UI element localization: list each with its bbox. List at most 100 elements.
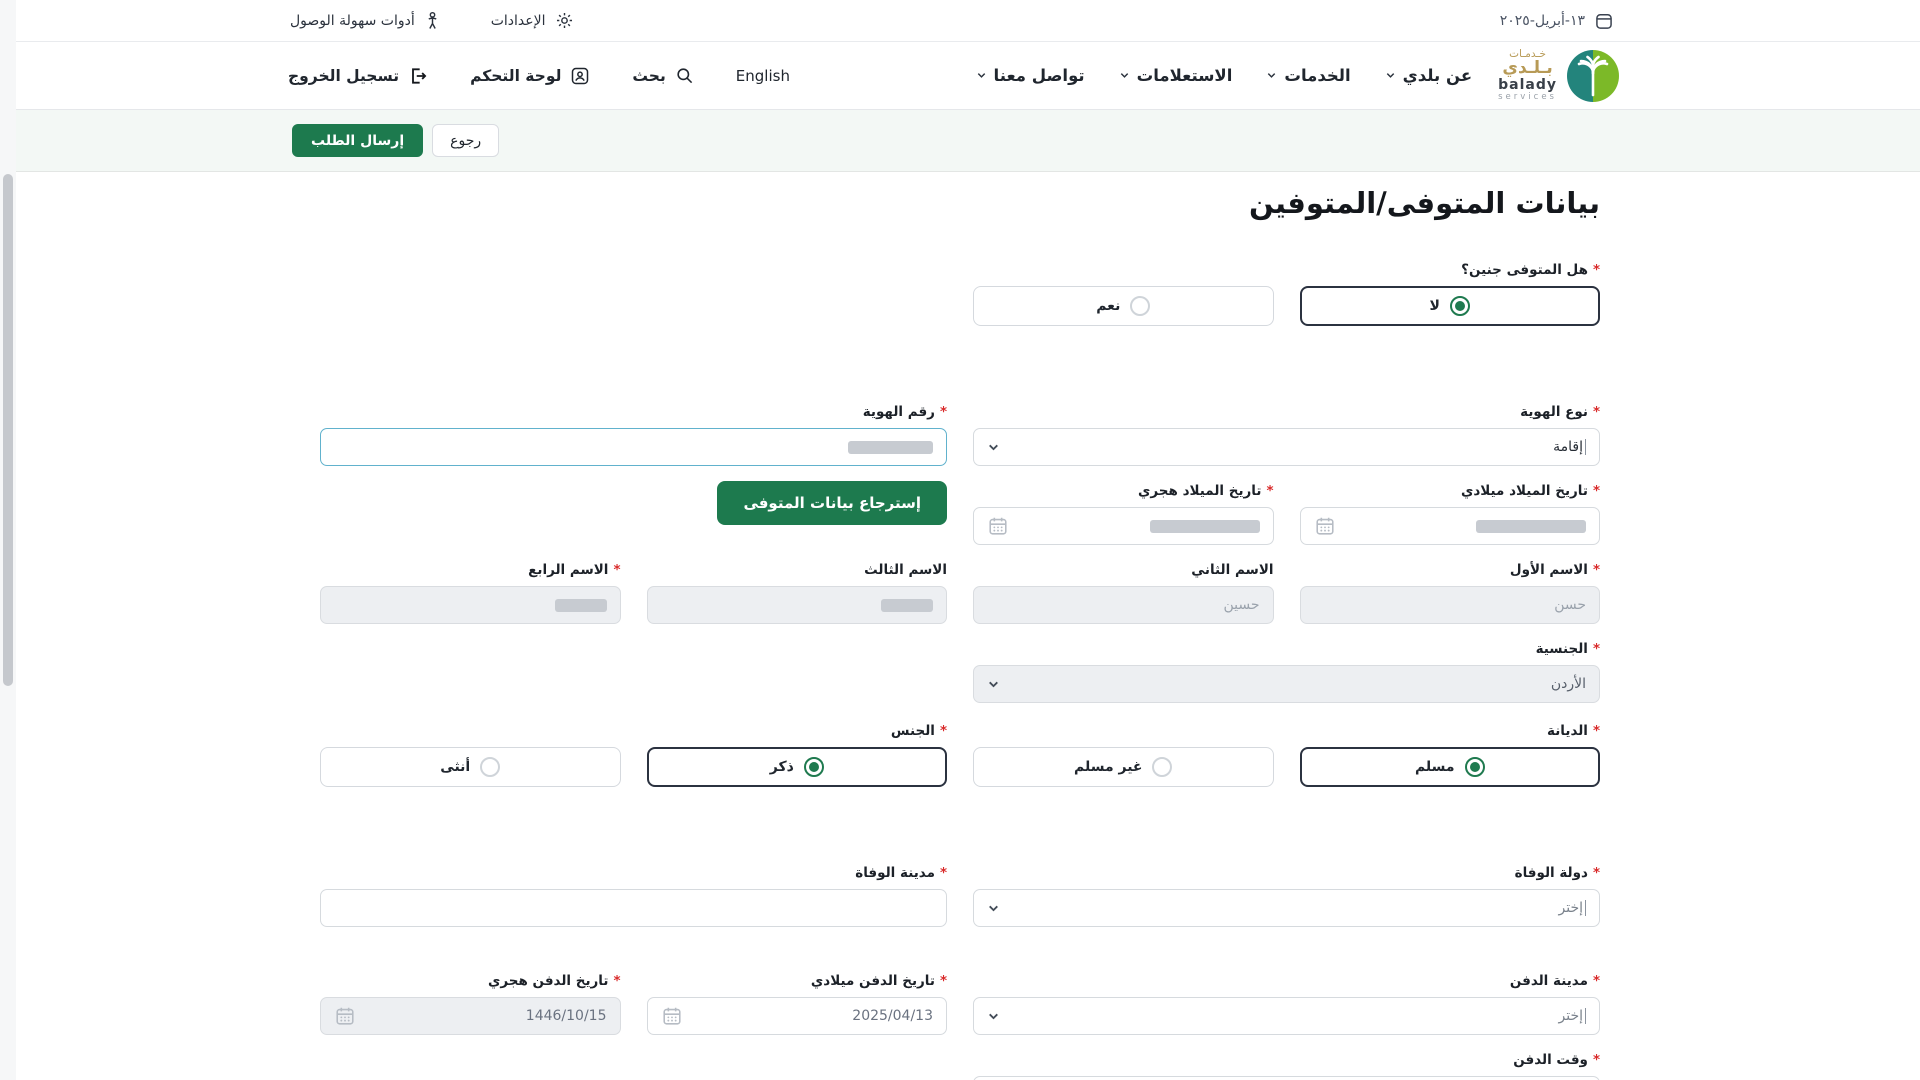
nationality-select[interactable]: الأردن [973,665,1600,703]
chevron-down-icon [987,1010,1000,1023]
field-second-name: الاسم الثاني حسين [973,560,1274,624]
required-asterisk: * [940,402,947,422]
search-button[interactable]: بحث [632,66,693,85]
retrieve-deceased-data-button[interactable]: إسترجاع بيانات المتوفى [717,481,947,525]
balady-logo[interactable]: خـدمـات بـلـدي balady services [1498,49,1620,103]
redacted-value [555,599,607,612]
back-button[interactable]: رجوع [432,124,499,157]
birth-date-hijri-input[interactable] [973,507,1274,545]
language-switch[interactable]: English [736,67,790,85]
death-city-input[interactable] [320,889,947,927]
chevron-down-icon [1385,70,1396,81]
redacted-value [881,599,933,612]
top-utility-bar: ١٣-أبريل-٢٠٢٥ الإعدادات أدوات سهولة الوص… [0,0,1920,42]
nav-inquiries[interactable]: الاستعلامات [1119,66,1233,85]
nav-contact-us[interactable]: تواصل معنا [976,66,1085,85]
death-location-row: * دولة الوفاة إختر * مدينة الوفاة [320,863,1600,927]
identity-row: * نوع الهوية إقامة * رقم الهوية [320,402,1600,466]
main-nav: عن بلدي الخدمات الاستعلامات تواصل معنا [976,66,1473,85]
religion-muslim-option[interactable]: مسلم [1300,747,1601,787]
field-id-number: * رقم الهوية [320,402,947,466]
death-country-select[interactable]: إختر [973,889,1600,927]
calendar-icon [334,1005,356,1027]
deceased-data-form: بيانات المتوفى/المتوفين * هل المتوفى جني… [320,186,1600,1080]
dashboard-button[interactable]: لوحة التحكم [470,66,590,86]
required-asterisk: * [1593,260,1600,280]
religion-nonmuslim-option[interactable]: غير مسلم [973,747,1274,787]
field-gender-female: أنثى [320,721,621,787]
burial-row: * مدينة الدفن إختر * تاريخ الدفن ميلادي … [320,971,1600,1035]
field-retrieve: إسترجاع بيانات المتوفى [647,481,948,545]
field-birth-date-hijri: * تاريخ الميلاد هجري [973,481,1274,545]
nationality-value: الأردن [1551,676,1586,692]
field-burial-city: * مدينة الدفن إختر [973,971,1600,1035]
accessibility-label: أدوات سهولة الوصول [290,13,415,29]
first-name-value: حسن [1554,597,1586,613]
calendar-icon [987,515,1009,537]
settings-label: الإعدادات [491,13,546,29]
chevron-down-icon [987,678,1000,691]
gender-female-option[interactable]: أنثى [320,747,621,787]
id-type-value: إقامة [1553,439,1583,455]
first-name-input[interactable]: حسن [1300,586,1601,624]
burial-date-gregorian-input[interactable]: 2025/04/13 [647,997,948,1035]
field-religion: * الديانة مسلم [1300,721,1601,787]
balady-palm-icon [1566,49,1620,103]
field-fetus: * هل المتوفى جنين؟ لا [1300,260,1601,326]
burial-date-hijri-input[interactable]: 1446/10/15 [320,997,621,1035]
radio-unchecked-icon [1152,757,1172,777]
id-number-input[interactable] [320,428,947,466]
required-asterisk: * [1266,481,1273,501]
second-name-input[interactable]: حسين [973,586,1274,624]
main-header: خـدمـات بـلـدي balady services عن بلدي ا… [0,42,1920,110]
calendar-icon [1594,11,1614,31]
religion-gender-row: * الديانة مسلم غير مسلم * الجنس ذكر [320,721,1600,787]
submit-request-button[interactable]: إرسال الطلب [292,124,423,157]
birth-date-gregorian-input[interactable] [1300,507,1601,545]
required-asterisk: * [940,721,947,741]
required-asterisk: * [613,560,620,580]
gender-male-option[interactable]: ذكر [647,747,948,787]
page-scrollbar [0,0,16,1080]
radio-unchecked-icon [480,757,500,777]
search-icon [675,66,694,85]
nav-about-balady[interactable]: عن بلدي [1385,66,1472,85]
burial-date-hijri-value: 1446/10/15 [526,1008,607,1024]
required-asterisk: * [940,971,947,991]
nav-services[interactable]: الخدمات [1266,66,1350,85]
scrollbar-thumb[interactable] [3,174,13,686]
burial-city-select[interactable]: إختر [973,997,1600,1035]
logout-icon [408,66,428,86]
required-asterisk: * [1593,1050,1600,1070]
field-third-name: الاسم الثالث [647,560,948,624]
birth-date-row: * تاريخ الميلاد ميلادي * تاريخ الميلاد ه… [320,481,1600,545]
required-asterisk: * [1593,721,1600,741]
chevron-down-icon [987,441,1000,454]
redacted-value [1150,520,1260,533]
nationality-row: * الجنسية الأردن [320,639,1600,703]
required-asterisk: * [1593,560,1600,580]
fetus-question-label: * هل المتوفى جنين؟ [1300,260,1601,280]
radio-checked-icon [804,757,824,777]
balady-logo-text: خـدمـات بـلـدي balady services [1498,49,1557,101]
field-burial-date-gregorian: * تاريخ الدفن ميلادي 2025/04/13 [647,971,948,1035]
id-type-select[interactable]: إقامة [973,428,1600,466]
fourth-name-input[interactable] [320,586,621,624]
required-asterisk: * [1593,971,1600,991]
burial-city-placeholder: إختر [1559,1008,1584,1024]
required-asterisk: * [940,863,947,883]
required-asterisk: * [613,971,620,991]
field-birth-date-gregorian: * تاريخ الميلاد ميلادي [1300,481,1601,545]
required-asterisk: * [1593,639,1600,659]
third-name-input[interactable] [647,586,948,624]
settings-button[interactable]: الإعدادات [491,11,574,30]
burial-time-input[interactable] [973,1076,1600,1080]
accessibility-tools-button[interactable]: أدوات سهولة الوصول [290,11,441,31]
form-action-bar: رجوع إرسال الطلب [0,110,1920,172]
logout-button[interactable]: تسجيل الخروج [288,66,428,86]
field-gender: * الجنس ذكر [647,721,948,787]
page-title: بيانات المتوفى/المتوفين [320,186,1600,220]
fetus-no-option[interactable]: لا [1300,286,1601,326]
burial-time-row: * وقت الدفن [320,1050,1600,1080]
fetus-yes-option[interactable]: نعم [973,286,1274,326]
